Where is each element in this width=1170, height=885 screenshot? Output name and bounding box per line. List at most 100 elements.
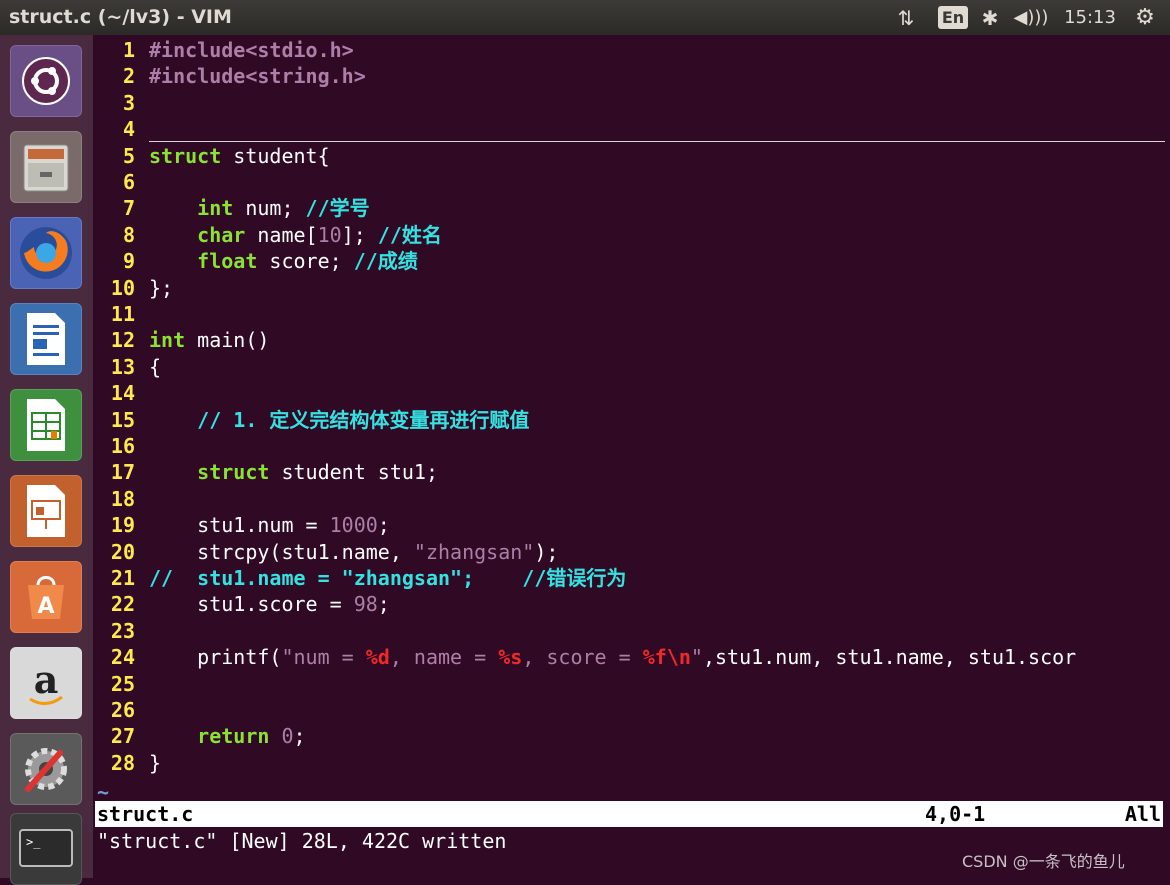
code-token: #include<string.h> bbox=[149, 64, 366, 89]
line-number: 12 bbox=[110, 328, 135, 353]
code-line: 23 bbox=[95, 618, 1165, 644]
line-number: 3 bbox=[122, 90, 135, 115]
code-line: 16 bbox=[95, 433, 1165, 459]
line-code: struct student stu1; bbox=[149, 459, 438, 485]
line-code: char name[10]; //姓名 bbox=[149, 222, 442, 248]
code-line: 27 return 0; bbox=[95, 723, 1165, 749]
code-line: 15 // 1. 定义完结构体变量再进行赋值 bbox=[95, 407, 1165, 433]
code-line: 8 char name[10]; //姓名 bbox=[95, 222, 1165, 248]
line-number: 23 bbox=[110, 618, 135, 643]
code-line: 9 float score; //成绩 bbox=[95, 248, 1165, 274]
line-code: strcpy(stu1.name, "zhangsan"); bbox=[149, 539, 558, 565]
libreoffice-calc-icon[interactable] bbox=[10, 389, 82, 461]
code-line: 22 stu1.score = 98; bbox=[95, 591, 1165, 617]
line-code: #include<string.h> bbox=[149, 63, 366, 89]
libreoffice-writer-icon[interactable] bbox=[10, 303, 82, 375]
code-line: 28} bbox=[95, 750, 1165, 776]
code-token: // stu1.name = "zhangsan"; //错误行为 bbox=[149, 566, 627, 590]
code-token: , score = bbox=[522, 645, 643, 670]
code-line: 4 bbox=[95, 116, 1165, 142]
line-code: float score; //成绩 bbox=[149, 248, 418, 274]
ubuntu-software-icon[interactable]: A bbox=[10, 561, 82, 633]
code-token: name[ bbox=[245, 222, 318, 247]
code-token: char bbox=[197, 222, 246, 247]
code-line: 14 bbox=[95, 380, 1165, 406]
window-title: struct.c (~/lv3) - VIM bbox=[9, 6, 232, 28]
line-code: // 1. 定义完结构体变量再进行赋值 bbox=[149, 407, 529, 433]
system-settings-icon[interactable] bbox=[10, 733, 82, 805]
network-icon[interactable]: ⇅ bbox=[890, 0, 922, 35]
line-number: 27 bbox=[110, 724, 135, 749]
code-token: stu1.score = bbox=[149, 592, 354, 617]
code-line: 18 bbox=[95, 486, 1165, 512]
code-token: student stu1; bbox=[269, 460, 438, 485]
code-line: 20 strcpy(stu1.name, "zhangsan"); bbox=[95, 539, 1165, 565]
code-line: 12 int main() bbox=[95, 327, 1165, 353]
code-line: 24 printf("num = %d, name = %s, score = … bbox=[95, 644, 1165, 670]
code-token: student{ bbox=[221, 143, 330, 168]
firefox-icon[interactable] bbox=[10, 217, 82, 289]
line-number: 5 bbox=[122, 143, 135, 168]
code-line: 7 int num; //学号 bbox=[95, 195, 1165, 221]
settings-gear-icon[interactable]: ⚙ bbox=[1130, 0, 1160, 35]
code-token: struct bbox=[149, 143, 222, 168]
code-token: %f\n bbox=[642, 645, 691, 670]
amazon-icon[interactable]: a bbox=[10, 647, 82, 719]
status-filename: struct.c bbox=[97, 802, 194, 826]
top-panel: struct.c (~/lv3) - VIM ⇅ En ✱ ◀))) 15:13… bbox=[0, 0, 1170, 35]
bluetooth-icon[interactable]: ✱ bbox=[978, 0, 1002, 35]
clock[interactable]: 15:13 bbox=[1060, 0, 1120, 35]
line-code: int num; //学号 bbox=[149, 195, 369, 221]
code-line: 26 bbox=[95, 697, 1165, 723]
libreoffice-impress-icon[interactable] bbox=[10, 475, 82, 547]
code-token: }; bbox=[149, 275, 174, 300]
code-line: 10}; bbox=[95, 275, 1165, 301]
line-code: int main() bbox=[149, 327, 269, 353]
code-line: 6 bbox=[95, 169, 1165, 195]
line-number: 13 bbox=[110, 354, 135, 379]
line-number: 20 bbox=[110, 539, 135, 564]
vim-editor[interactable]: 1 #include<stdio.h> 2 #include<string.h> 3 4 5… bbox=[95, 35, 1170, 878]
code-token: // 1. 定义完结构体变量再进行赋值 bbox=[197, 407, 530, 432]
line-number: 16 bbox=[110, 434, 135, 458]
files-icon[interactable] bbox=[10, 131, 82, 203]
line-number: 17 bbox=[110, 460, 135, 485]
svg-text:>_: >_ bbox=[26, 835, 41, 849]
code-token: " bbox=[690, 645, 703, 670]
volume-icon[interactable]: ◀))) bbox=[1012, 0, 1050, 35]
line-number: 1 bbox=[122, 38, 135, 62]
line-number: 4 bbox=[122, 117, 135, 142]
code-token: 0 bbox=[281, 724, 294, 749]
code-token: stu1.num = bbox=[149, 513, 330, 538]
line-code: printf("num = %d, name = %s, score = %f\… bbox=[149, 644, 1076, 670]
code-line: 11 bbox=[95, 301, 1165, 327]
line-code: { bbox=[149, 354, 161, 380]
code-line: 13 { bbox=[95, 354, 1165, 380]
line-number: 6 bbox=[122, 170, 135, 194]
code-token: %d bbox=[365, 645, 390, 670]
code-token: } bbox=[149, 750, 162, 775]
code-token: "zhangsan" bbox=[413, 539, 535, 564]
line-number: 28 bbox=[110, 750, 135, 775]
keyboard-language-label: En bbox=[937, 6, 969, 29]
status-scroll-position: All bbox=[1124, 802, 1161, 826]
code-token: num; bbox=[233, 196, 306, 221]
line-code: stu1.num = 1000; bbox=[149, 512, 390, 538]
code-token: "num = bbox=[281, 645, 366, 670]
code-line: 19 stu1.num = 1000; bbox=[95, 512, 1165, 538]
line-number: 9 bbox=[122, 249, 135, 274]
code-token: ); bbox=[534, 539, 559, 564]
ubuntu-dash-icon[interactable] bbox=[10, 45, 82, 117]
terminal-icon[interactable]: >_ bbox=[10, 813, 82, 885]
code-token: 98 bbox=[353, 592, 378, 617]
code-token: return bbox=[197, 724, 270, 749]
code-line: 3 bbox=[95, 90, 1165, 116]
line-code: #include<stdio.h> bbox=[149, 37, 354, 63]
code-token: ; bbox=[377, 513, 390, 538]
keyboard-language-indicator[interactable]: En bbox=[937, 0, 969, 35]
